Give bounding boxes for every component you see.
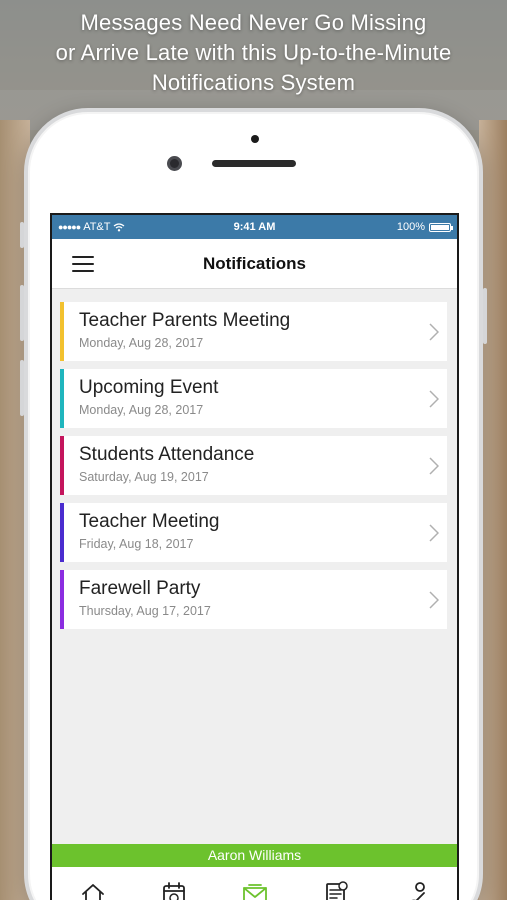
- notification-date: Thursday, Aug 17, 2017: [79, 604, 211, 618]
- notification-title: Upcoming Event: [79, 377, 219, 398]
- notification-item[interactable]: Students Attendance Saturday, Aug 19, 201…: [60, 436, 447, 495]
- chevron-right-icon: [429, 323, 439, 341]
- notification-item[interactable]: Teacher Meeting Friday, Aug 18, 2017: [60, 503, 447, 562]
- app-screen: ●●●●● AT&T 9:41 AM 100% Notifications Te…: [50, 213, 459, 900]
- earpiece-speaker: [212, 160, 296, 167]
- chevron-right-icon: [429, 524, 439, 542]
- notification-item[interactable]: Farewell Party Thursday, Aug 17, 2017: [60, 570, 447, 629]
- notification-list: Teacher Parents Meeting Monday, Aug 28, 2…: [52, 289, 457, 629]
- calendar-icon: [162, 882, 185, 900]
- chevron-right-icon: [429, 591, 439, 609]
- tab-home[interactable]: [78, 879, 108, 900]
- document-icon: [325, 881, 348, 900]
- support-icon: [411, 882, 425, 900]
- tab-support[interactable]: [402, 879, 432, 900]
- notification-title: Students Attendance: [79, 444, 255, 465]
- chevron-right-icon: [429, 390, 439, 408]
- promo-line-1: Messages Need Never Go Missing: [80, 10, 427, 35]
- tab-document[interactable]: [321, 879, 351, 900]
- notification-item[interactable]: Teacher Parents Meeting Monday, Aug 28, 2…: [60, 302, 447, 361]
- notification-title: Farewell Party: [79, 578, 201, 599]
- front-camera-icon: [167, 156, 182, 171]
- tab-envelope[interactable]: [240, 879, 270, 900]
- status-time: 9:41 AM: [233, 221, 276, 233]
- battery-icon: [429, 222, 453, 232]
- tab-calendar[interactable]: [159, 879, 189, 900]
- status-bar: ●●●●● AT&T 9:41 AM 100%: [52, 215, 457, 239]
- proximity-sensor: [251, 135, 259, 143]
- notification-title: Teacher Meeting: [79, 511, 220, 532]
- volume-up-button: [20, 285, 24, 341]
- chevron-right-icon: [429, 457, 439, 475]
- notification-date: Monday, Aug 28, 2017: [79, 336, 204, 350]
- envelope-icon: [242, 884, 267, 900]
- power-button: [483, 288, 487, 344]
- nav-bar: Notifications: [52, 239, 457, 289]
- promo-line-3: Notifications System: [151, 70, 356, 95]
- home-icon: [81, 884, 104, 900]
- tab-bar: [52, 867, 457, 900]
- promo-line-2: or Arrive Late with this Up-to-the-Minut…: [55, 40, 452, 65]
- notification-date: Saturday, Aug 19, 2017: [79, 470, 209, 484]
- page-title: Notifications: [203, 253, 306, 273]
- notification-title: Teacher Parents Meeting: [79, 310, 291, 331]
- notification-date: Monday, Aug 28, 2017: [79, 403, 204, 417]
- user-name-bar: Aaron Williams: [52, 844, 457, 867]
- hamburger-menu-icon[interactable]: [72, 256, 94, 272]
- volume-down-button: [20, 360, 24, 416]
- background-pillar-right: [479, 120, 507, 900]
- promo-headline: Messages Need Never Go Missing or Arrive…: [0, 8, 507, 98]
- mute-switch: [20, 222, 24, 248]
- notification-item[interactable]: Upcoming Event Monday, Aug 28, 2017: [60, 369, 447, 428]
- notification-date: Friday, Aug 18, 2017: [79, 537, 194, 551]
